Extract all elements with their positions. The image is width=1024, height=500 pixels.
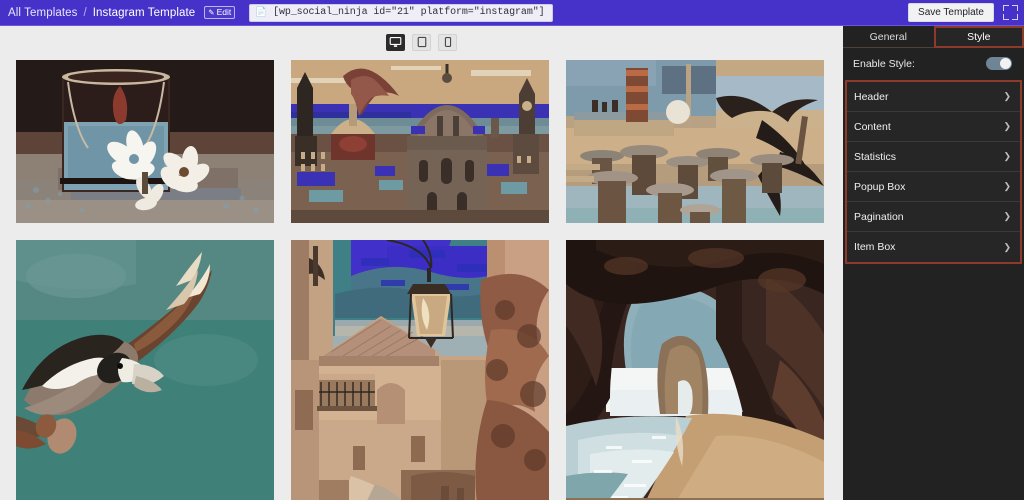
feed-item[interactable]: [566, 60, 824, 223]
feed-item[interactable]: [291, 60, 549, 223]
accordion-item-statistics[interactable]: Statistics ❯: [847, 142, 1020, 172]
accordion-item-content[interactable]: Content ❯: [847, 112, 1020, 142]
tab-general[interactable]: General: [843, 26, 934, 48]
panel-empty-area: [843, 274, 1024, 500]
panel-tabs: General Style: [843, 26, 1024, 48]
document-icon: 📄: [255, 6, 268, 18]
accordion-item-popup-box[interactable]: Popup Box ❯: [847, 172, 1020, 202]
device-preview-toggle: [0, 26, 843, 52]
template-editor-screen: All Templates / Instagram Template ✎ Edi…: [0, 0, 1024, 500]
feed-image-glass-flowers: [16, 60, 274, 223]
edit-label: Edit: [216, 7, 232, 17]
accordion-label: Item Box: [854, 241, 896, 253]
chevron-right-icon: ❯: [1003, 181, 1011, 191]
preview-canvas: [0, 26, 843, 500]
chevron-right-icon: ❯: [1003, 241, 1011, 252]
toggle-knob: [1000, 58, 1011, 69]
accordion-item-header[interactable]: Header ❯: [847, 82, 1020, 112]
enable-style-toggle[interactable]: [986, 57, 1012, 70]
feed-image-cityscape-dome: [291, 60, 549, 223]
settings-panel: General Style Enable Style: Header ❯ Con…: [843, 26, 1024, 500]
feed-item[interactable]: [566, 240, 824, 500]
chevron-right-icon: ❯: [1003, 91, 1011, 101]
pencil-icon: ✎: [208, 8, 215, 17]
enable-style-row: Enable Style:: [843, 48, 1024, 79]
accordion-label: Statistics: [854, 150, 897, 163]
breadcrumb: All Templates / Instagram Template ✎ Edi…: [8, 6, 236, 19]
save-template-button[interactable]: Save Template: [908, 3, 994, 22]
breadcrumb-all-templates[interactable]: All Templates: [8, 7, 77, 19]
breadcrumb-current-template: Instagram Template: [92, 6, 196, 19]
accordion-label: Popup Box: [854, 180, 906, 193]
accordion-item-item-box[interactable]: Item Box ❯: [847, 232, 1020, 262]
fullscreen-icon[interactable]: [1003, 5, 1018, 20]
feed-item[interactable]: [16, 240, 274, 500]
shortcode-text: [wp_social_ninja id="21" platform="insta…: [273, 7, 545, 18]
feed-image-italian-alley: [291, 240, 549, 500]
accordion-label: Content: [854, 120, 891, 133]
accordion-item-pagination[interactable]: Pagination ❯: [847, 202, 1020, 232]
feed-item[interactable]: [291, 240, 549, 500]
feed-item[interactable]: [16, 60, 274, 223]
chevron-right-icon: ❯: [1003, 151, 1011, 161]
shortcode-field[interactable]: 📄 [wp_social_ninja id="21" platform="ins…: [249, 3, 553, 22]
instagram-feed-grid: [0, 52, 843, 500]
feed-image-beach-bar: [566, 60, 824, 223]
style-sections-accordion: Header ❯ Content ❯ Statistics ❯ Popup Bo…: [845, 80, 1022, 264]
feed-image-puffin: [16, 240, 274, 500]
chevron-right-icon: ❯: [1003, 121, 1011, 131]
top-bar-actions: Save Template: [908, 3, 1018, 22]
device-mobile-button[interactable]: [438, 33, 457, 51]
chevron-right-icon: ❯: [1003, 211, 1011, 221]
device-desktop-button[interactable]: [386, 33, 405, 51]
feed-image-sea-cave-arch: [566, 240, 824, 500]
edit-template-button[interactable]: ✎ Edit: [204, 6, 236, 19]
breadcrumb-separator: /: [83, 6, 87, 19]
top-bar: All Templates / Instagram Template ✎ Edi…: [0, 0, 1024, 26]
accordion-label: Header: [854, 90, 889, 103]
enable-style-label: Enable Style:: [853, 57, 915, 70]
tab-style[interactable]: Style: [933, 26, 1024, 48]
accordion-label: Pagination: [854, 210, 904, 223]
device-tablet-button[interactable]: [412, 33, 431, 51]
